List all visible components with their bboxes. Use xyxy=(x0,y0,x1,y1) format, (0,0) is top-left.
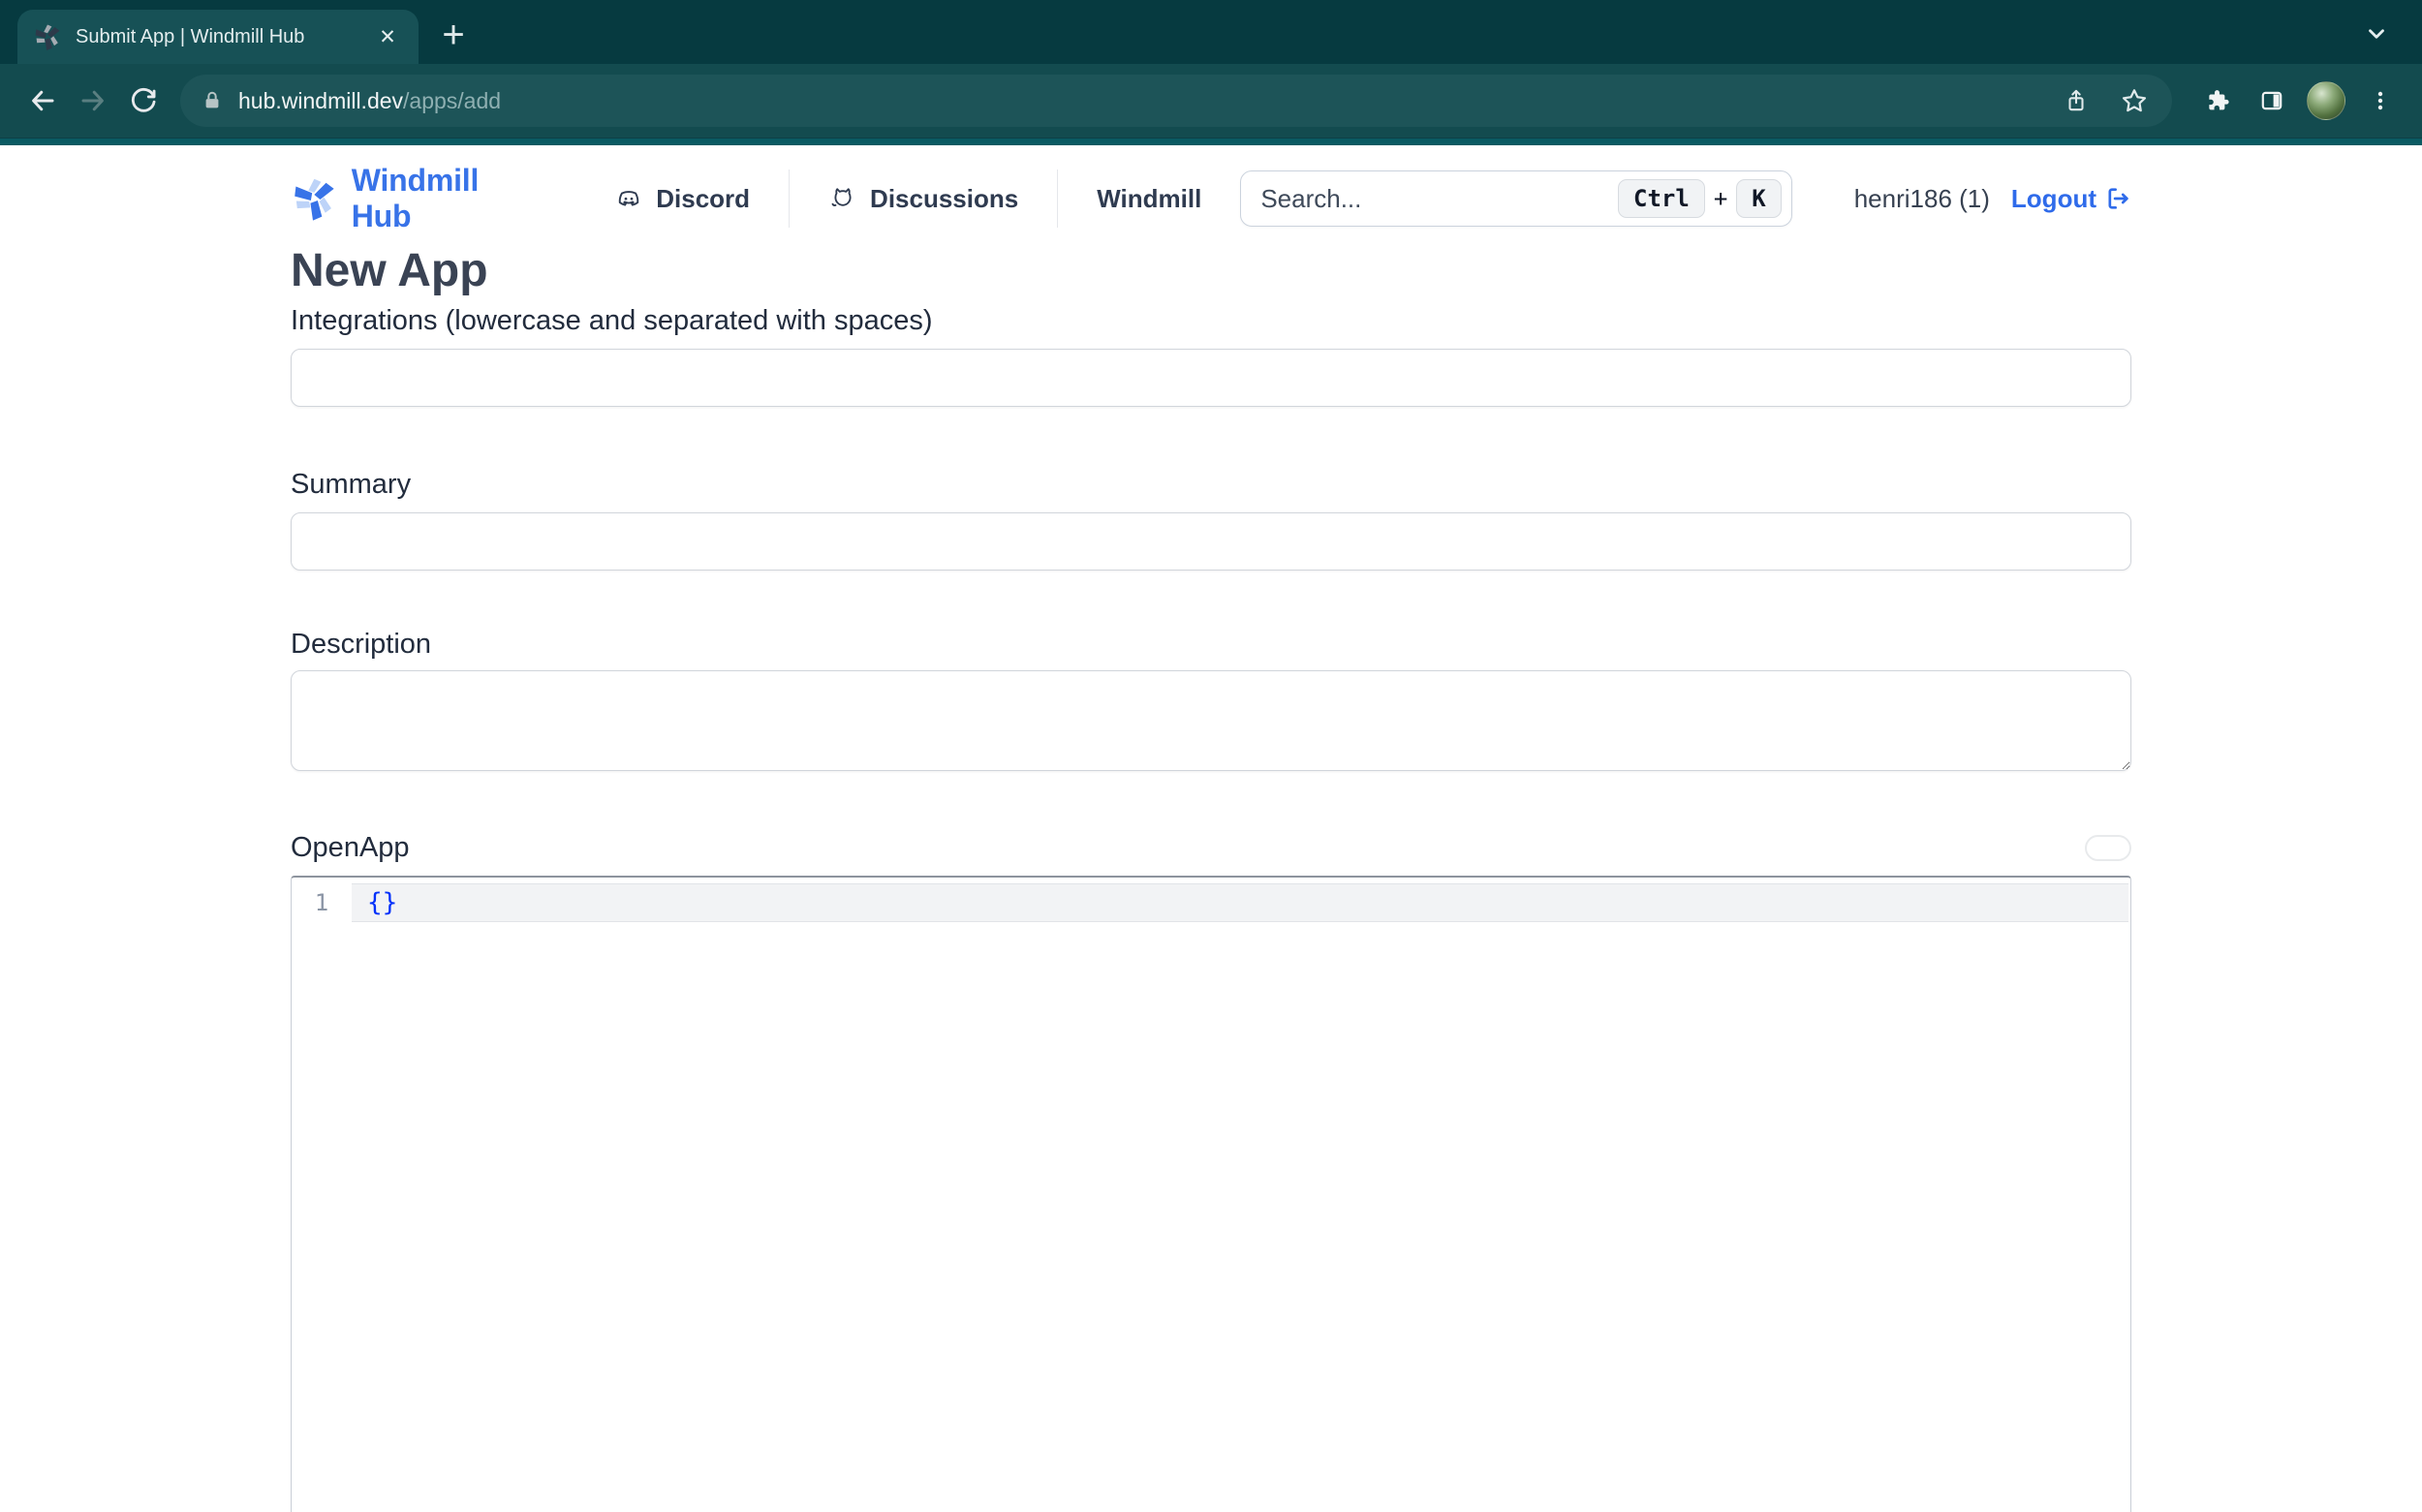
new-tab-button[interactable]: + xyxy=(430,12,477,58)
forward-arrow-icon xyxy=(78,86,108,115)
puzzle-icon xyxy=(2205,88,2230,113)
toolbar-accent-line xyxy=(0,138,2422,145)
nav-label-discord: Discord xyxy=(656,184,750,214)
openapp-row: OpenApp xyxy=(291,832,2131,864)
logout-icon xyxy=(2104,185,2131,212)
brand-name: Windmill Hub xyxy=(352,163,522,234)
kebab-menu-icon xyxy=(2369,89,2392,112)
url-text: hub.windmill.dev/apps/add xyxy=(238,88,2052,114)
code-content: {} xyxy=(367,888,397,917)
summary-label: Summary xyxy=(291,469,2131,501)
brand-home-link[interactable]: Windmill Hub xyxy=(291,163,521,234)
nav-label-discussions: Discussions xyxy=(870,184,1018,214)
windmill-favicon-icon xyxy=(33,22,62,51)
logout-button[interactable]: Logout xyxy=(2011,184,2131,214)
page-body: Windmill Hub Discord Discussi xyxy=(0,145,2422,1512)
openapp-toggle[interactable] xyxy=(2085,835,2131,861)
windmill-logo-icon xyxy=(291,171,338,226)
url-host: hub.windmill.dev xyxy=(238,88,403,113)
code-line: 1 {} xyxy=(292,883,2130,922)
description-label: Description xyxy=(291,629,2131,661)
openapp-label: OpenApp xyxy=(291,832,410,864)
username: henri186 (1) xyxy=(1854,184,1990,214)
main-nav: Discord Discussions Windmill xyxy=(575,170,1240,228)
page-title: New App xyxy=(291,246,2131,297)
logout-label: Logout xyxy=(2011,184,2096,214)
star-icon xyxy=(2121,87,2148,114)
tab-title: Submit App | Windmill Hub xyxy=(76,26,372,48)
back-button[interactable] xyxy=(17,76,68,126)
summary-input[interactable] xyxy=(291,512,2131,571)
kbd-plus: + xyxy=(1714,185,1727,212)
kbd-k: K xyxy=(1736,179,1781,218)
reload-icon xyxy=(130,87,157,114)
url-path: /apps/add xyxy=(403,88,501,113)
side-panel-icon xyxy=(2259,88,2284,113)
forward-button[interactable] xyxy=(68,76,118,126)
kbd-ctrl: Ctrl xyxy=(1618,179,1705,218)
site-header: Windmill Hub Discord Discussi xyxy=(291,161,2131,236)
search-input[interactable]: Search... Ctrl + K xyxy=(1240,170,1791,227)
line-number: 1 xyxy=(292,883,352,922)
nav-item-discord[interactable]: Discord xyxy=(575,170,789,228)
browser-menu-button[interactable] xyxy=(2356,77,2405,125)
profile-button[interactable] xyxy=(2302,77,2350,125)
search-placeholder: Search... xyxy=(1260,184,1618,214)
lock-icon xyxy=(202,90,223,111)
side-panel-button[interactable] xyxy=(2248,77,2296,125)
discord-icon xyxy=(614,184,643,213)
user-area: henri186 (1) Logout xyxy=(1854,184,2131,214)
description-textarea[interactable] xyxy=(291,670,2131,771)
integrations-label: Integrations (lowercase and separated wi… xyxy=(291,305,2131,337)
github-icon xyxy=(828,184,857,213)
back-arrow-icon xyxy=(28,86,57,115)
reload-button[interactable] xyxy=(118,76,169,126)
nav-item-discussions[interactable]: Discussions xyxy=(789,170,1057,228)
avatar xyxy=(2307,81,2345,120)
browser-toolbar: hub.windmill.dev/apps/add xyxy=(0,64,2422,138)
share-icon xyxy=(2064,88,2089,113)
share-button[interactable] xyxy=(2052,77,2100,125)
toolbar-right-cluster xyxy=(2193,77,2405,125)
nav-item-windmill[interactable]: Windmill xyxy=(1057,170,1240,228)
current-line-highlight: {} xyxy=(352,883,2128,922)
urlbar-actions xyxy=(2052,77,2158,125)
openapp-code-editor[interactable]: 1 {} xyxy=(291,876,2131,1512)
nav-label-windmill: Windmill xyxy=(1097,184,1201,214)
browser-tab[interactable]: Submit App | Windmill Hub ✕ xyxy=(17,10,419,64)
browser-tab-strip: Submit App | Windmill Hub ✕ + xyxy=(0,0,2422,64)
tab-search-chevron-icon[interactable] xyxy=(2364,21,2389,46)
extensions-button[interactable] xyxy=(2193,77,2242,125)
address-bar[interactable]: hub.windmill.dev/apps/add xyxy=(180,75,2172,127)
bookmark-button[interactable] xyxy=(2110,77,2158,125)
integrations-input[interactable] xyxy=(291,349,2131,407)
tab-close-icon[interactable]: ✕ xyxy=(372,21,403,52)
